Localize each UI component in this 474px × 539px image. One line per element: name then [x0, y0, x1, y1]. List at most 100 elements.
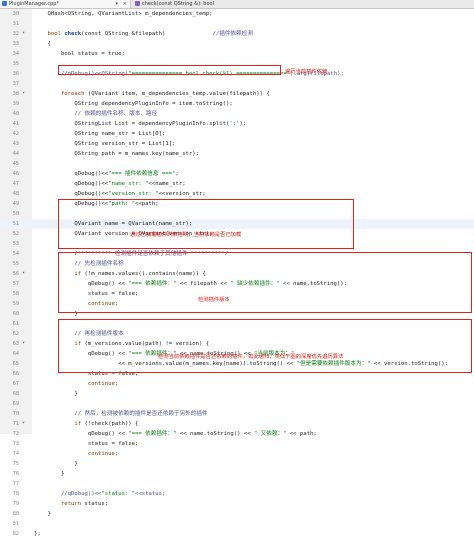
line-number: 46 — [12, 171, 19, 177]
code-token: status; — [84, 501, 109, 507]
code-line[interactable]: 75 } — [0, 459, 474, 469]
code-line[interactable]: 73 status = false; — [0, 439, 474, 449]
code-line[interactable]: 80 } — [0, 509, 474, 519]
code-line[interactable]: 37 — [0, 79, 474, 89]
line-number: 54 — [12, 251, 19, 257]
fold-toggle-icon[interactable]: ▾ — [22, 421, 27, 426]
code-line[interactable]: 70 // 然后，检测被依赖的插件是否还依赖于另外的插件 — [0, 409, 474, 419]
code-line[interactable]: 78 //qDebug()<<"status: "<<status; — [0, 489, 474, 499]
code-token: //插件依赖检测 — [165, 31, 253, 37]
line-number: 66 — [12, 371, 19, 377]
line-number: 67 — [12, 381, 19, 387]
code-token: << name.toString() << — [176, 431, 254, 437]
fold-toggle-icon[interactable]: ▾ — [22, 341, 27, 346]
editor-tab-bar: PluginManager.cpp* ▾ × check(const QStri… — [0, 0, 474, 9]
code-token: check — [64, 31, 82, 37]
line-number: 77 — [12, 481, 19, 487]
code-line[interactable]: 79 return status; — [0, 499, 474, 509]
code-line[interactable]: 38 ▾ foreach (QVariant item, m_dependenci… — [0, 89, 474, 99]
line-number: 72 — [12, 431, 19, 437]
code-token: <<status; — [135, 491, 166, 497]
code-token: " 又依赖：" — [253, 431, 287, 437]
code-text: QStringList List = dependencyPluginInfo.… — [34, 119, 246, 129]
code-token: QString path = m_names.key(name_str); — [34, 151, 200, 157]
code-token: status = false; — [34, 441, 139, 447]
code-line[interactable]: 72 qDebug() << "=== 依赖插件：" << name.toStr… — [0, 429, 474, 439]
symbol-selector[interactable]: check(const QString &): bool — [133, 0, 393, 8]
line-number: 69 — [12, 401, 19, 407]
line-number: 33 — [12, 41, 19, 47]
code-text: qDebug()<<"version_str: "<<version_str; — [34, 189, 206, 199]
code-token: "=== 依赖插件：" — [128, 431, 177, 437]
line-number: 65 — [12, 361, 19, 367]
line-number: 48 — [12, 191, 19, 197]
line-number: 39 — [12, 101, 19, 107]
line-number: 41 — [12, 121, 19, 127]
annotation-traverse: 遍历当前插件依赖 — [285, 69, 328, 75]
line-number: 34 — [12, 51, 19, 57]
code-line[interactable]: 74 continue; — [0, 449, 474, 459]
line-number: 60 — [12, 311, 19, 317]
code-token: { — [34, 41, 51, 47]
code-line[interactable]: 67 continue; — [0, 379, 474, 389]
code-line[interactable]: 48 qDebug()<<"version_str: "<<version_st… — [0, 189, 474, 199]
line-number: 63 — [12, 341, 19, 347]
line-number: 53 — [12, 241, 19, 247]
code-line[interactable]: 76 } — [0, 469, 474, 479]
code-token: qDebug() << — [34, 431, 129, 437]
code-token: } — [34, 391, 78, 397]
line-number: 62 — [12, 331, 19, 337]
line-number: 56 — [12, 271, 19, 277]
code-line[interactable]: 44 QString path = m_names.key(name_str); — [0, 149, 474, 159]
code-line[interactable]: 68 } — [0, 389, 474, 399]
code-line[interactable]: 43 QString version_str = List[1]; — [0, 139, 474, 149]
code-line[interactable]: 33 { — [0, 39, 474, 49]
code-token: ':' — [229, 121, 240, 127]
code-text: } — [34, 509, 50, 519]
line-number: 49 — [12, 201, 19, 207]
code-line[interactable]: 81 — [0, 519, 474, 529]
code-token: <<name_str; — [148, 181, 186, 187]
close-icon[interactable]: × — [123, 0, 127, 8]
line-number: 31 — [12, 21, 19, 27]
line-number: 61 — [12, 321, 19, 327]
code-line[interactable]: 69 — [0, 399, 474, 409]
fold-toggle-icon[interactable]: ▾ — [22, 31, 27, 36]
code-token: <<version_str; — [158, 191, 206, 197]
code-line[interactable]: 41 QStringList List = dependencyPluginIn… — [0, 119, 474, 129]
code-line[interactable]: 34 bool status = true; — [0, 49, 474, 59]
line-number: 79 — [12, 501, 19, 507]
code-line[interactable]: 46 qDebug()<<"=== 插件依赖信息 ==="; — [0, 169, 474, 179]
code-line[interactable]: 30 QHash<QString, QVariantList> m_depend… — [0, 9, 474, 19]
line-number: 47 — [12, 181, 19, 187]
code-line[interactable]: 71 ▾ if (!check(path)) { — [0, 419, 474, 429]
line-number: 70 — [12, 411, 19, 417]
code-line[interactable]: 31 — [0, 19, 474, 29]
code-token: "version_str: " — [108, 191, 159, 197]
code-text: status = false; — [34, 439, 139, 449]
line-number: 80 — [12, 511, 19, 517]
line-number: 50 — [12, 211, 19, 217]
code-text: QString name_str = List[0]; — [34, 129, 165, 139]
code-text: continue; — [34, 379, 118, 389]
code-line[interactable]: 42 QString name_str = List[0]; — [0, 129, 474, 139]
code-token: (const QString &filepath) — [81, 31, 166, 37]
line-number: 30 — [12, 11, 19, 17]
code-line[interactable]: 32 ▾ bool check(const QString &filepath) … — [0, 29, 474, 39]
line-number: 75 — [12, 461, 19, 467]
code-line[interactable]: 77 — [0, 479, 474, 489]
code-token: qDebug()<< — [34, 181, 109, 187]
line-number: 45 — [12, 161, 19, 167]
code-line[interactable]: 39 QString dependencyPluginInfo = item.t… — [0, 99, 474, 109]
chevron-down-icon[interactable]: ▾ — [115, 0, 118, 8]
tab-file[interactable]: PluginManager.cpp* ▾ × — [0, 0, 131, 8]
fold-toggle-icon[interactable]: ▾ — [22, 91, 27, 96]
code-line[interactable]: 45 — [0, 159, 474, 169]
code-line[interactable]: 82}; — [0, 529, 474, 539]
code-line[interactable]: 47 qDebug()<<"name_str: "<<name_str; — [0, 179, 474, 189]
line-number: 32 — [12, 31, 19, 37]
fold-toggle-icon[interactable]: ▾ — [22, 271, 27, 276]
annotation-check-recursive: 检测当前依赖插件是否还依赖的插件，如此递归，类似于图的深度优先遍历算法 — [158, 354, 344, 360]
code-text: qDebug()<<"=== 插件依赖信息 ==="; — [34, 169, 178, 179]
code-line[interactable]: 40 // 依赖的插件名称、版本、路径 — [0, 109, 474, 119]
